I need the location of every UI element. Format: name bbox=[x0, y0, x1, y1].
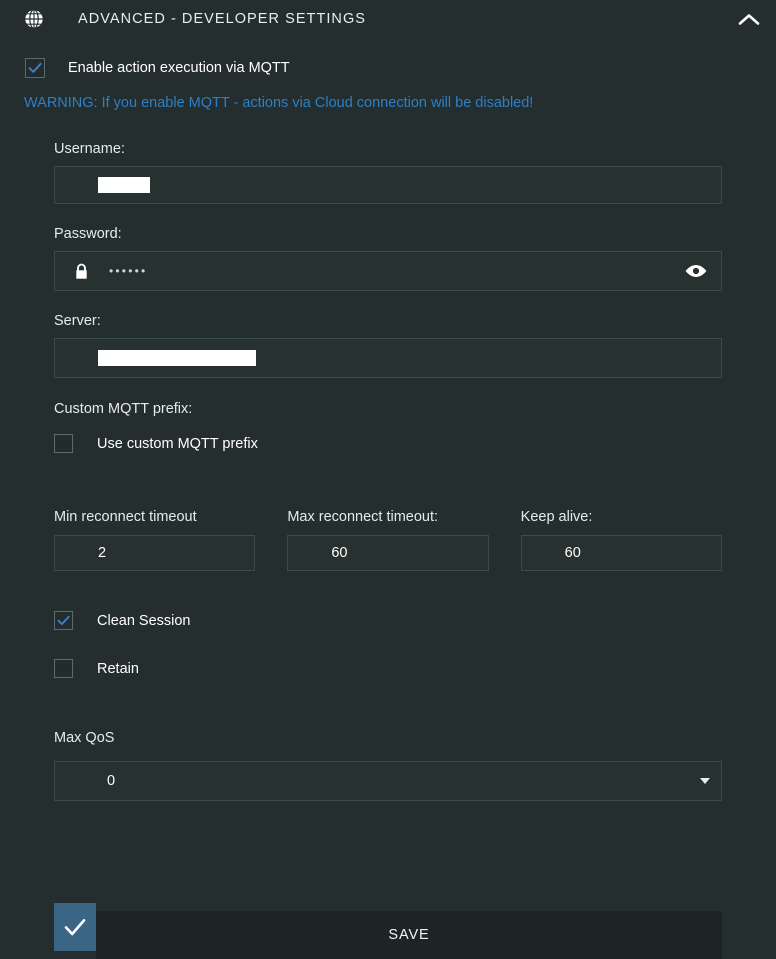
keep-alive-label: Keep alive: bbox=[520, 509, 593, 525]
lock-icon bbox=[74, 263, 89, 280]
mqtt-form: Username: Password: •••••• Server: Custo… bbox=[0, 141, 776, 801]
password-input[interactable]: •••••• bbox=[54, 251, 722, 291]
username-label: Username: bbox=[54, 141, 125, 157]
chevron-up-icon[interactable] bbox=[732, 4, 766, 34]
clean-session-checkbox[interactable] bbox=[54, 611, 73, 630]
enable-mqtt-checkbox[interactable] bbox=[25, 58, 45, 78]
session-toggles: Clean Session Retain bbox=[54, 611, 722, 678]
max-qos-label: Max QoS bbox=[54, 730, 115, 746]
eye-icon[interactable] bbox=[685, 263, 707, 279]
save-bar[interactable]: SAVE bbox=[54, 903, 722, 959]
keep-alive-input[interactable]: 60 bbox=[520, 535, 722, 571]
chevron-down-icon[interactable] bbox=[700, 778, 710, 784]
max-reconnect-input[interactable]: 60 bbox=[287, 535, 489, 571]
enable-mqtt-row[interactable]: Enable action execution via MQTT bbox=[0, 58, 776, 78]
timeout-fields-row: Min reconnect timeout 2 Max reconnect ti… bbox=[54, 509, 722, 571]
min-reconnect-field: Min reconnect timeout 2 bbox=[54, 509, 256, 571]
keep-alive-field: Keep alive: 60 bbox=[520, 509, 722, 571]
use-custom-prefix-checkbox[interactable] bbox=[54, 434, 73, 453]
min-reconnect-input[interactable]: 2 bbox=[54, 535, 256, 571]
max-qos-value: 0 bbox=[107, 773, 116, 789]
max-reconnect-field: Max reconnect timeout: 60 bbox=[287, 509, 489, 571]
min-reconnect-label: Min reconnect timeout bbox=[54, 509, 197, 525]
clean-session-label: Clean Session bbox=[97, 612, 191, 629]
clean-session-row[interactable]: Clean Session bbox=[54, 611, 722, 630]
save-check-icon[interactable] bbox=[54, 903, 96, 951]
server-redacted-value bbox=[98, 350, 256, 366]
max-qos-select[interactable]: 0 bbox=[54, 761, 722, 801]
enable-mqtt-label: Enable action execution via MQTT bbox=[68, 60, 290, 76]
max-reconnect-label: Max reconnect timeout: bbox=[287, 509, 439, 525]
page-title: ADVANCED - DEVELOPER SETTINGS bbox=[78, 11, 367, 27]
mqtt-warning-text: WARNING: If you enable MQTT - actions vi… bbox=[24, 95, 534, 111]
use-custom-prefix-row[interactable]: Use custom MQTT prefix bbox=[54, 434, 722, 453]
username-input[interactable] bbox=[54, 166, 722, 204]
use-custom-prefix-label: Use custom MQTT prefix bbox=[97, 435, 258, 452]
retain-label: Retain bbox=[97, 660, 139, 677]
retain-checkbox[interactable] bbox=[54, 659, 73, 678]
password-label: Password: bbox=[54, 226, 122, 242]
custom-prefix-label: Custom MQTT prefix: bbox=[54, 401, 193, 417]
server-input[interactable] bbox=[54, 338, 722, 378]
save-button[interactable]: SAVE bbox=[96, 911, 722, 959]
globe-icon bbox=[22, 7, 46, 31]
server-label: Server: bbox=[54, 313, 101, 329]
panel-header: ADVANCED - DEVELOPER SETTINGS bbox=[0, 0, 776, 38]
retain-row[interactable]: Retain bbox=[54, 659, 722, 678]
username-redacted-value bbox=[98, 177, 150, 193]
password-value: •••••• bbox=[109, 264, 148, 278]
